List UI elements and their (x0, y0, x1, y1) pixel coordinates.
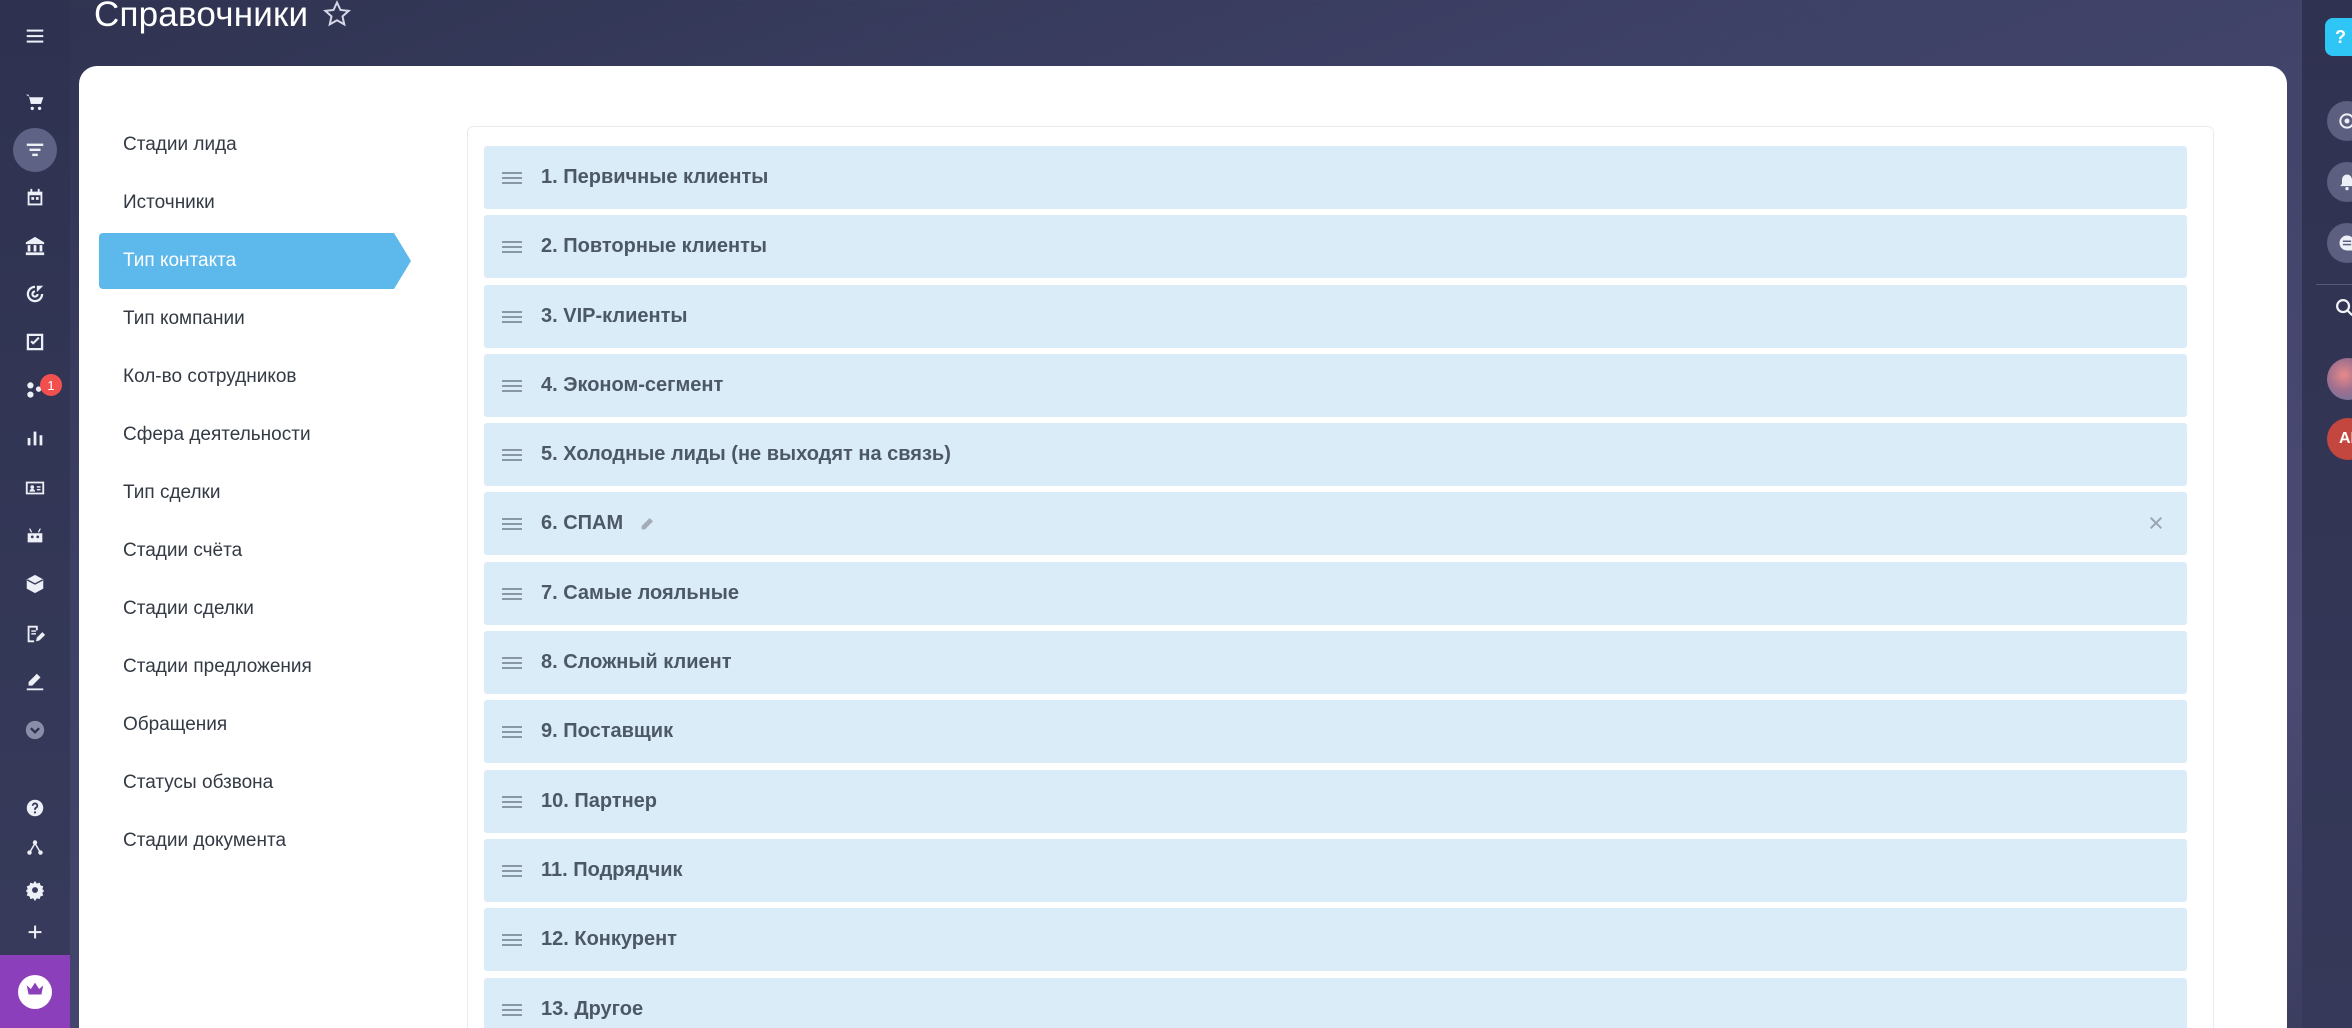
notification-badge: 1 (40, 374, 62, 396)
menu-item-quote-stages[interactable]: Стадии предложения (99, 638, 499, 696)
drag-handle-icon[interactable] (502, 1003, 522, 1016)
list-item[interactable]: 3. VIP-клиенты (484, 285, 2187, 348)
drag-handle-icon[interactable] (502, 656, 522, 669)
menu-item-industry[interactable]: Сфера деятельности (99, 406, 499, 464)
list-item[interactable]: 2. Повторные клиенты (484, 215, 2187, 278)
crown-icon (24, 978, 46, 1005)
box-icon[interactable] (0, 566, 70, 602)
page-title: Справочники (94, 0, 309, 34)
drag-handle-icon[interactable] (502, 587, 522, 600)
star-icon[interactable] (322, 0, 352, 34)
list-item[interactable]: 13. Другое (484, 978, 2187, 1028)
menu-item-deal-stages[interactable]: Стадии сделки (99, 580, 499, 638)
menu-item-employee-count[interactable]: Кол-во сотрудников (99, 348, 499, 406)
list-item[interactable]: 4. Эконом-сегмент (484, 354, 2187, 417)
drag-handle-icon[interactable] (502, 240, 522, 253)
contact-card-icon[interactable] (0, 470, 70, 506)
contact-type-list: 1. Первичные клиенты 2. Повторные клиент… (467, 126, 2214, 1028)
page-header: Справочники (94, 0, 352, 36)
list-item[interactable]: 8. Сложный клиент (484, 631, 2187, 694)
menu-item-document-stages[interactable]: Стадии документа (99, 812, 499, 870)
drag-handle-icon[interactable] (502, 864, 522, 877)
list-item[interactable]: 5. Холодные лиды (не выходят на связь) (484, 423, 2187, 486)
divider (2316, 284, 2352, 285)
bank-icon[interactable] (0, 228, 70, 264)
network-icon[interactable]: 1 (0, 372, 70, 408)
search-icon[interactable] (2333, 296, 2352, 323)
chart-icon[interactable] (0, 420, 70, 456)
target-icon[interactable] (0, 276, 70, 312)
document-edit-icon[interactable] (0, 616, 70, 652)
funnel-icon[interactable] (0, 128, 70, 172)
gear-icon[interactable] (0, 872, 70, 908)
drag-handle-icon[interactable] (502, 725, 522, 738)
menu-item-lead-stages[interactable]: Стадии лида (99, 116, 499, 174)
menu-item-contact-type[interactable]: Тип контакта (99, 232, 499, 290)
list-item[interactable]: 9. Поставщик (484, 700, 2187, 763)
drag-handle-icon[interactable] (502, 171, 522, 184)
right-sidebar (2302, 0, 2352, 1028)
plan-upgrade-tile[interactable] (0, 955, 70, 1028)
drag-handle-icon[interactable] (502, 310, 522, 323)
menu-item-call-statuses[interactable]: Статусы обзвона (99, 754, 499, 812)
drag-handle-icon[interactable] (502, 517, 522, 530)
drag-handle-icon[interactable] (502, 379, 522, 392)
list-item[interactable]: 12. Конкурент (484, 908, 2187, 971)
plus-icon[interactable] (0, 914, 70, 950)
reference-menu: Стадии лида Источники Тип контакта Тип к… (99, 116, 499, 870)
chevron-down-icon[interactable] (0, 712, 70, 748)
robot-icon[interactable] (0, 518, 70, 554)
help-icon[interactable] (0, 790, 70, 826)
cart-icon[interactable] (0, 84, 70, 120)
drag-handle-icon[interactable] (502, 448, 522, 461)
list-item[interactable]: 10. Партнер (484, 770, 2187, 833)
menu-item-salutations[interactable]: Обращения (99, 696, 499, 754)
list-item[interactable]: 11. Подрядчик (484, 839, 2187, 902)
left-sidebar: 1 (0, 0, 70, 1028)
signature-icon[interactable] (0, 664, 70, 700)
calendar-icon[interactable] (0, 180, 70, 216)
list-item[interactable]: 7. Самые лояльные (484, 562, 2187, 625)
list-item-hovered[interactable]: 6. СПАМ (484, 492, 2187, 555)
menu-item-sources[interactable]: Источники (99, 174, 499, 232)
drag-handle-icon[interactable] (502, 933, 522, 946)
pencil-icon[interactable] (639, 516, 655, 532)
menu-item-deal-type[interactable]: Тип сделки (99, 464, 499, 522)
menu-item-invoice-stages[interactable]: Стадии счёта (99, 522, 499, 580)
close-icon[interactable] (2147, 514, 2165, 532)
list-item[interactable]: 1. Первичные клиенты (484, 146, 2187, 209)
menu-icon[interactable] (0, 18, 70, 54)
help-button[interactable]: ? (2325, 18, 2352, 56)
main-card: Стадии лида Источники Тип контакта Тип к… (79, 66, 2287, 1028)
menu-item-company-type[interactable]: Тип компании (99, 290, 499, 348)
checkbox-icon[interactable] (0, 324, 70, 360)
drag-handle-icon[interactable] (502, 795, 522, 808)
tree-icon[interactable] (0, 830, 70, 866)
